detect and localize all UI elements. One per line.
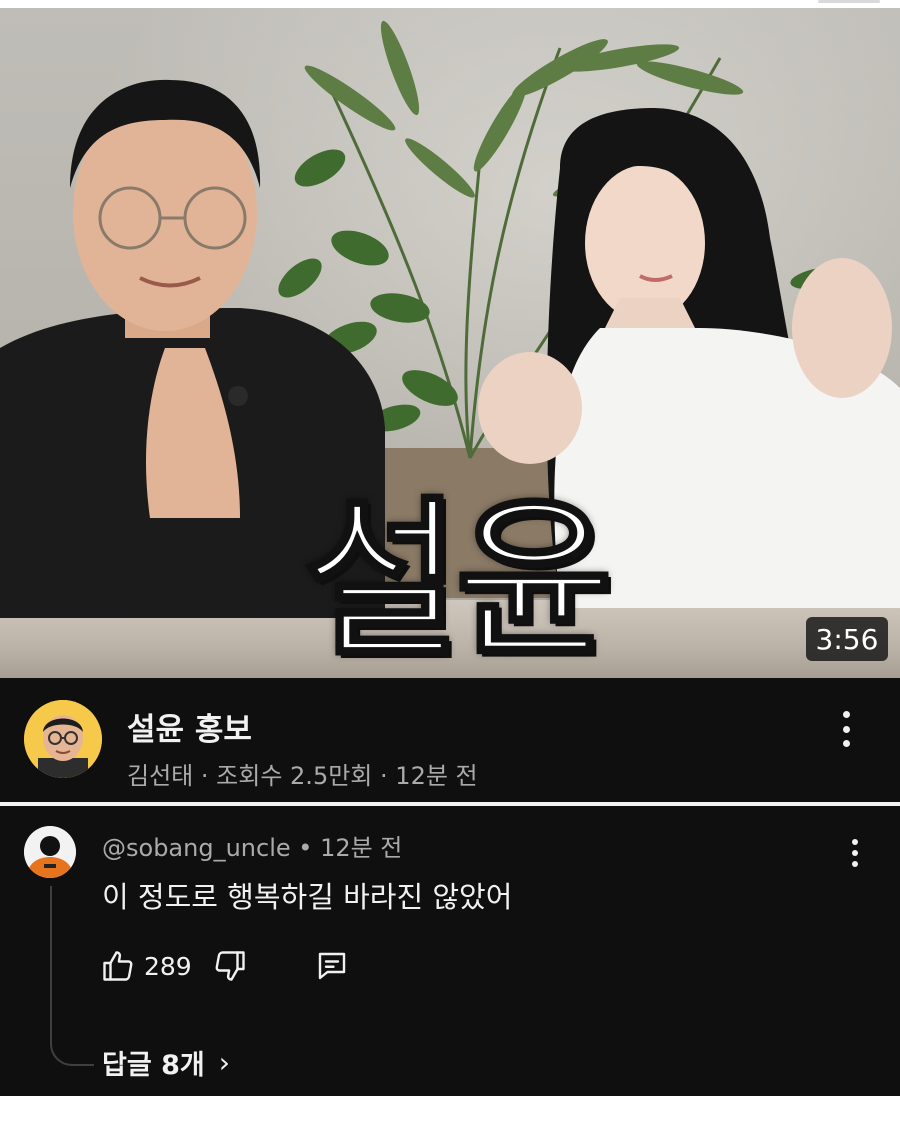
replies-label: 답글 8개 xyxy=(102,1050,205,1081)
comment-author[interactable]: @sobang_uncle xyxy=(102,834,291,862)
channel-avatar[interactable] xyxy=(24,700,102,778)
meta-separator: · xyxy=(200,762,209,790)
channel-name[interactable]: 김선태 xyxy=(127,762,193,790)
video-meta: 김선태 · 조회수 2.5만회 · 12분 전 xyxy=(127,756,478,791)
home-indicator xyxy=(818,0,880,3)
comment-icon[interactable] xyxy=(314,948,350,984)
view-count: 조회수 2.5만회 xyxy=(216,762,373,790)
reply-thread-line xyxy=(50,886,94,1066)
youtube-mobile-screen: 설윤 3:56 설윤 홍보 김선태 · 조회수 2.5만회 · 12분 전 @s… xyxy=(0,0,900,1132)
chevron-right-icon: › xyxy=(218,1046,230,1079)
thumb-down-icon[interactable] xyxy=(212,948,248,984)
comment-header: @sobang_uncle • 12분 전 xyxy=(102,828,402,863)
more-vert-icon[interactable] xyxy=(845,839,865,867)
header-separator: • xyxy=(298,834,313,862)
upload-age: 12분 전 xyxy=(395,762,478,790)
bottom-spacer xyxy=(0,1096,900,1132)
commenter-avatar[interactable] xyxy=(24,826,76,878)
video-title[interactable]: 설윤 홍보 xyxy=(127,704,252,749)
comment-text: 이 정도로 행복하길 바라진 않았어 xyxy=(102,880,513,914)
status-strip xyxy=(0,0,900,8)
thumbnail-overlay-text: 설윤 xyxy=(301,479,614,679)
avatar-person-icon xyxy=(24,826,76,878)
thumb-up-icon[interactable] xyxy=(100,948,136,984)
like-count: 289 xyxy=(144,951,192,981)
comment-age: 12분 전 xyxy=(320,834,403,862)
view-replies-button[interactable]: 답글 8개 › xyxy=(102,1043,230,1082)
meta-separator: · xyxy=(380,762,388,790)
comment-card: @sobang_uncle • 12분 전 이 정도로 행복하길 바라진 않았어… xyxy=(0,806,900,1096)
video-thumbnail[interactable]: 설윤 3:56 xyxy=(0,8,900,678)
duration-badge: 3:56 xyxy=(806,617,888,661)
video-info-row[interactable]: 설윤 홍보 김선태 · 조회수 2.5만회 · 12분 전 xyxy=(0,678,900,802)
avatar-cartoon-icon xyxy=(24,700,102,778)
comment-actions: 289 xyxy=(100,946,350,986)
more-vert-icon[interactable] xyxy=(836,711,856,747)
